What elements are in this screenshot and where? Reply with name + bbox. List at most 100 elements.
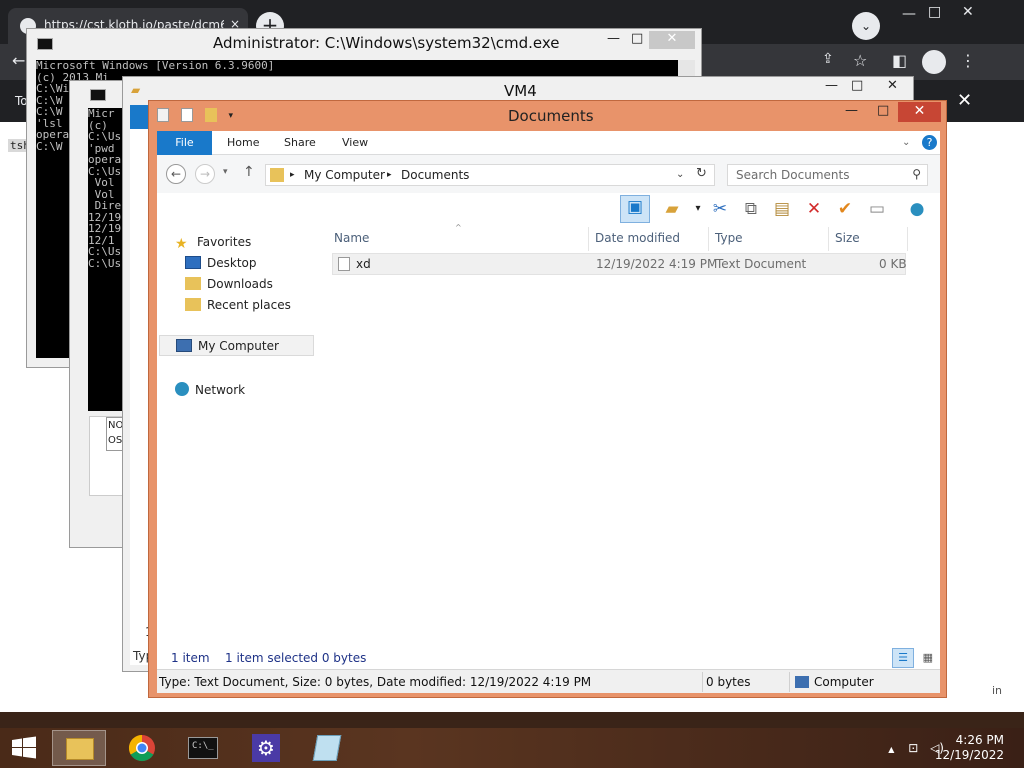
text-file-icon bbox=[338, 257, 350, 271]
browser-menu-icon[interactable]: ⋮ bbox=[960, 51, 976, 70]
file-row[interactable]: xd 12/19/2022 4:19 PM Text Document 0 KB bbox=[332, 253, 907, 275]
downloads-folder-icon bbox=[185, 277, 201, 290]
explorer-maximize-button[interactable]: □ bbox=[877, 103, 889, 118]
nav-my-computer-label: My Computer bbox=[198, 339, 279, 353]
side-panel-icon[interactable]: ◧ bbox=[892, 51, 907, 70]
forward-button[interactable]: → bbox=[195, 164, 215, 184]
details-divider bbox=[702, 672, 703, 692]
share-icon[interactable]: ⇪ bbox=[822, 51, 834, 67]
tab-home[interactable]: Home bbox=[227, 131, 259, 155]
taskbar-settings[interactable]: ⚙ bbox=[239, 730, 293, 766]
address-bar[interactable]: ▸ My Computer ▸ Documents ⌄ ↻ bbox=[265, 164, 715, 186]
back-button[interactable]: ← bbox=[166, 164, 186, 184]
taskbar-notepad[interactable] bbox=[300, 730, 354, 766]
network-status-icon[interactable]: ⊡ bbox=[908, 741, 918, 755]
recent-locations-icon[interactable]: ▾ bbox=[223, 167, 228, 177]
search-icon[interactable]: ⚲ bbox=[912, 167, 921, 181]
search-box[interactable]: Search Documents ⚲ bbox=[727, 164, 928, 186]
browser-maximize-button[interactable]: □ bbox=[928, 4, 941, 20]
column-divider[interactable] bbox=[588, 227, 589, 251]
nav-recent-places[interactable]: Recent places bbox=[185, 298, 291, 312]
bookmark-star-icon[interactable]: ☆ bbox=[853, 51, 867, 70]
explorer-minimize-button[interactable]: — bbox=[845, 103, 858, 118]
preview-pane-icon[interactable]: ▣ bbox=[620, 195, 650, 223]
nav-my-computer[interactable]: My Computer bbox=[159, 335, 314, 356]
explorer-window[interactable]: ▾ Documents — □ ✕ File Home Share View ⌄… bbox=[148, 100, 947, 698]
new-folder-icon[interactable] bbox=[204, 107, 217, 122]
chrome-icon bbox=[128, 734, 155, 762]
explorer-body: File Home Share View ⌄ ? ← → ▾ ↑ ▸ My Co… bbox=[157, 131, 940, 693]
quick-access-toolbar: ▾ bbox=[157, 107, 233, 122]
vm4-maximize-button[interactable]: □ bbox=[851, 78, 863, 93]
explorer-close-button[interactable]: ✕ bbox=[898, 102, 941, 122]
up-arrow-icon[interactable]: ↑ bbox=[243, 164, 255, 180]
file-explorer-icon bbox=[66, 738, 94, 760]
cmd-close-button[interactable]: ✕ bbox=[649, 31, 695, 49]
infobar-close-icon[interactable]: ✕ bbox=[957, 90, 972, 111]
cmd-icon bbox=[37, 38, 53, 50]
tab-share[interactable]: Share bbox=[284, 131, 316, 155]
taskbar-chrome[interactable] bbox=[115, 730, 169, 766]
details-location: Computer bbox=[814, 675, 874, 689]
copy-icon[interactable]: ⧉ bbox=[740, 198, 762, 220]
nav-downloads-label: Downloads bbox=[207, 277, 273, 291]
windows-logo-icon bbox=[12, 736, 36, 759]
properties-icon[interactable] bbox=[157, 107, 169, 122]
column-divider[interactable] bbox=[708, 227, 709, 251]
back-arrow-icon[interactable]: ← bbox=[12, 51, 25, 70]
breadcrumb-documents[interactable]: Documents bbox=[401, 168, 469, 182]
tab-file[interactable]: File bbox=[157, 131, 212, 155]
taskbar-cmd[interactable]: C:\_ bbox=[176, 730, 230, 766]
taskbar-clock[interactable]: 4:26 PM 12/19/2022 bbox=[935, 733, 1004, 763]
delete-icon[interactable]: ✕ bbox=[803, 198, 825, 220]
column-type[interactable]: Type bbox=[715, 231, 743, 245]
tab-view[interactable]: View bbox=[342, 131, 368, 155]
details-view-icon[interactable]: ☰ bbox=[892, 648, 914, 668]
nav-downloads[interactable]: Downloads bbox=[185, 277, 273, 291]
column-date-modified[interactable]: Date modified bbox=[595, 231, 680, 245]
column-name[interactable]: Name bbox=[334, 231, 369, 245]
organize-folder-icon[interactable]: ▰ bbox=[661, 198, 683, 220]
address-dropdown-icon[interactable]: ⌄ bbox=[676, 169, 684, 180]
address-folder-icon bbox=[270, 168, 284, 182]
cmd-minimize-button[interactable]: — bbox=[607, 31, 620, 46]
sort-indicator-icon: ^ bbox=[455, 223, 462, 232]
recent-places-icon bbox=[185, 298, 201, 311]
column-divider[interactable] bbox=[907, 227, 908, 251]
browser-close-button[interactable]: ✕ bbox=[962, 4, 974, 20]
organize-dropdown-icon[interactable]: ▾ bbox=[687, 198, 709, 220]
ribbon-expand-icon[interactable]: ⌄ bbox=[902, 131, 910, 155]
network-globe-icon[interactable]: ● bbox=[906, 198, 928, 220]
cut-icon[interactable]: ✂ bbox=[709, 198, 731, 220]
properties-icon[interactable]: ▭ bbox=[866, 198, 888, 220]
large-icons-view-icon[interactable]: ▦ bbox=[918, 649, 938, 669]
nav-network[interactable]: Network bbox=[175, 382, 245, 397]
qat-dropdown-icon[interactable]: ▾ bbox=[228, 111, 233, 121]
new-document-icon[interactable] bbox=[180, 107, 193, 122]
nav-desktop-label: Desktop bbox=[207, 256, 257, 270]
breadcrumb-my-computer[interactable]: My Computer bbox=[304, 168, 385, 182]
browser-minimize-button[interactable]: — bbox=[902, 6, 916, 22]
tab-search-button[interactable]: ⌄ bbox=[852, 12, 880, 40]
column-size[interactable]: Size bbox=[835, 231, 860, 245]
vm4-close-button[interactable]: ✕ bbox=[887, 78, 898, 93]
nav-favorites[interactable]: ★ Favorites bbox=[175, 235, 251, 252]
folder-icon: ▰ bbox=[131, 83, 141, 97]
show-hidden-icons-icon[interactable]: ▲ bbox=[888, 745, 894, 754]
breadcrumb-separator-icon: ▸ bbox=[290, 170, 295, 180]
start-button[interactable] bbox=[0, 728, 48, 768]
vm4-minimize-button[interactable]: — bbox=[825, 78, 838, 93]
help-icon[interactable]: ? bbox=[922, 135, 937, 150]
network-icon bbox=[175, 382, 189, 396]
taskbar: C:\_ ⚙ ▲ ⊡ ◁) 4:26 PM 12/19/2022 bbox=[0, 728, 1024, 768]
cmd-maximize-button[interactable]: □ bbox=[631, 31, 643, 46]
file-size: 0 KB bbox=[879, 257, 907, 271]
taskbar-file-explorer[interactable] bbox=[52, 730, 106, 766]
star-icon: ★ bbox=[175, 236, 188, 252]
profile-avatar[interactable] bbox=[922, 50, 946, 74]
rename-check-icon[interactable]: ✔ bbox=[834, 198, 856, 220]
paste-icon[interactable]: ▤ bbox=[771, 198, 793, 220]
column-divider[interactable] bbox=[828, 227, 829, 251]
refresh-icon[interactable]: ↻ bbox=[696, 166, 707, 181]
nav-desktop[interactable]: Desktop bbox=[185, 256, 257, 270]
